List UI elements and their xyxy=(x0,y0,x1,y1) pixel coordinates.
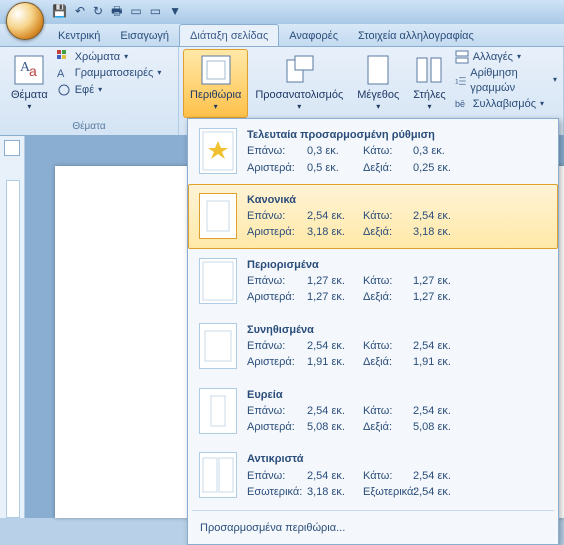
margin-thumb-icon xyxy=(199,388,237,434)
effects-icon xyxy=(57,83,71,97)
orientation-icon xyxy=(283,54,315,86)
margins-icon xyxy=(200,54,232,86)
tab-mailings[interactable]: Στοιχεία αλληλογραφίας xyxy=(348,25,484,46)
margin-thumb-icon xyxy=(199,323,237,369)
quick-access-toolbar: 💾 ↶ ↻ 🖶 ▭ ▭ ▼ xyxy=(52,4,181,20)
hyphenation-icon: bē xyxy=(455,97,469,111)
option-title: Κανονικά xyxy=(247,193,547,207)
margin-option-mirrored[interactable]: Αντικριστά Επάνω:2,54 εκ.Κάτω:2,54 εκ. Ε… xyxy=(188,443,558,508)
fonts-label: Γραμματοσειρές xyxy=(75,66,154,80)
svg-text:bē: bē xyxy=(455,99,465,109)
themes-button[interactable]: Aa Θέματα ▾ xyxy=(4,49,55,118)
option-title: Αντικριστά xyxy=(247,452,547,466)
redo-icon[interactable]: ↻ xyxy=(93,4,103,20)
option-title: Περιορισμένα xyxy=(247,258,547,272)
ruler-strip xyxy=(6,180,20,518)
columns-button[interactable]: Στήλες▾ xyxy=(406,49,452,118)
colors-icon xyxy=(57,50,71,64)
margins-menu: Τελευταία προσαρμοσμένη ρύθμιση Επάνω:0,… xyxy=(187,118,559,545)
group-themes-label: Θέματα xyxy=(0,120,178,133)
orientation-button[interactable]: Προσανατολισμός▾ xyxy=(248,49,350,118)
custom-margins-button[interactable]: Προσαρμοσμένα περιθώρια... xyxy=(188,513,558,543)
themes-label: Θέματα xyxy=(11,88,48,102)
columns-icon xyxy=(413,54,445,86)
breaks-icon xyxy=(455,50,469,64)
undo-icon[interactable]: ↶ xyxy=(75,4,85,20)
colors-button[interactable]: Χρώματα ▾ xyxy=(55,49,174,65)
effects-label: Εφέ xyxy=(75,83,94,97)
line-numbers-button[interactable]: 1Αρίθμηση γραμμών ▾ xyxy=(453,65,559,96)
fonts-icon: A xyxy=(57,66,71,80)
svg-text:a: a xyxy=(29,63,37,79)
tab-page-layout[interactable]: Διάταξη σελίδας xyxy=(179,24,279,46)
doc1-icon[interactable]: ▭ xyxy=(130,4,141,20)
breaks-label: Αλλαγές xyxy=(473,50,513,64)
menu-separator xyxy=(192,510,554,511)
tab-references[interactable]: Αναφορές xyxy=(279,25,348,46)
qat-dropdown-icon[interactable]: ▼ xyxy=(169,4,181,20)
size-label: Μέγεθος xyxy=(357,88,399,102)
effects-button[interactable]: Εφέ ▾ xyxy=(55,82,174,98)
office-button[interactable] xyxy=(6,2,44,40)
ruler-selector[interactable] xyxy=(4,140,20,156)
breaks-button[interactable]: Αλλαγές ▾ xyxy=(453,49,559,65)
hyphenation-label: Συλλαβισμός xyxy=(473,97,536,111)
tab-home[interactable]: Κεντρική xyxy=(48,25,110,46)
doc2-icon[interactable]: ▭ xyxy=(150,4,161,20)
option-title: Συνηθισμένα xyxy=(247,323,547,337)
line-numbers-icon: 1 xyxy=(455,74,467,88)
fonts-button[interactable]: AΓραμματοσειρές ▾ xyxy=(55,65,174,81)
svg-text:1: 1 xyxy=(455,78,459,85)
margin-thumb-icon xyxy=(199,452,237,498)
vertical-ruler xyxy=(0,136,25,518)
margin-thumb-icon xyxy=(199,128,237,174)
margin-option-moderate[interactable]: Συνηθισμένα Επάνω:2,54 εκ.Κάτω:2,54 εκ. … xyxy=(188,314,558,379)
margin-option-wide[interactable]: Ευρεία Επάνω:2,54 εκ.Κάτω:2,54 εκ. Αριστ… xyxy=(188,379,558,444)
option-title: Ευρεία xyxy=(247,388,547,402)
margin-option-narrow[interactable]: Περιορισμένα Επάνω:1,27 εκ.Κάτω:1,27 εκ.… xyxy=(188,249,558,314)
margin-option-normal[interactable]: Κανονικά Επάνω:2,54 εκ.Κάτω:2,54 εκ. Αρι… xyxy=(188,184,558,249)
title-bar: 💾 ↶ ↻ 🖶 ▭ ▭ ▼ xyxy=(0,0,564,24)
size-button[interactable]: Μέγεθος▾ xyxy=(350,49,406,118)
group-themes: Aa Θέματα ▾ Χρώματα ▾ AΓραμματοσειρές ▾ … xyxy=(0,47,179,135)
save-icon[interactable]: 💾 xyxy=(52,4,67,20)
option-title: Τελευταία προσαρμοσμένη ρύθμιση xyxy=(247,128,547,142)
orientation-label: Προσανατολισμός xyxy=(255,88,343,102)
margin-option-last-custom[interactable]: Τελευταία προσαρμοσμένη ρύθμιση Επάνω:0,… xyxy=(188,119,558,184)
colors-label: Χρώματα xyxy=(75,50,120,64)
tab-insert[interactable]: Εισαγωγή xyxy=(110,25,179,46)
size-icon xyxy=(362,54,394,86)
margins-label: Περιθώρια xyxy=(190,88,241,102)
columns-label: Στήλες xyxy=(413,88,445,102)
margin-thumb-icon xyxy=(199,258,237,304)
svg-text:A: A xyxy=(57,68,65,80)
hyphenation-button[interactable]: bēΣυλλαβισμός ▾ xyxy=(453,96,559,112)
margins-button[interactable]: Περιθώρια▾ xyxy=(183,49,248,118)
margin-thumb-icon xyxy=(199,193,237,239)
line-numbers-label: Αρίθμηση γραμμών xyxy=(470,66,549,95)
print-icon[interactable]: 🖶 xyxy=(111,4,122,20)
themes-icon: Aa xyxy=(13,54,45,86)
ribbon-tabs: Κεντρική Εισαγωγή Διάταξη σελίδας Αναφορ… xyxy=(0,24,564,47)
chevron-down-icon: ▾ xyxy=(27,102,31,112)
